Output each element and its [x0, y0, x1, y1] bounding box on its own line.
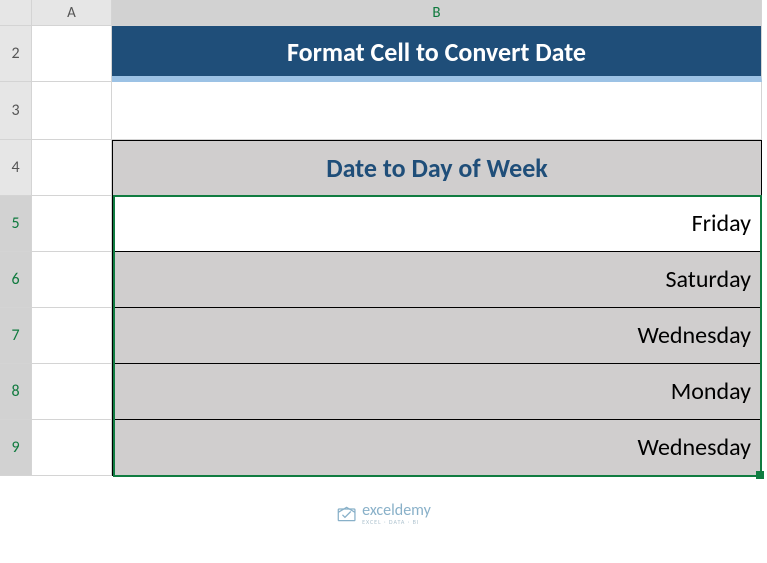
- watermark-sub: EXCEL · DATA · BI: [362, 519, 431, 525]
- spreadsheet-grid[interactable]: A B 2 Format Cell to Convert Date 3 4 Da…: [0, 0, 767, 476]
- row-header-5[interactable]: 5: [0, 196, 32, 252]
- row-header-4[interactable]: 4: [0, 140, 32, 196]
- cell-a4[interactable]: [32, 140, 112, 196]
- cell-a3[interactable]: [32, 82, 112, 140]
- cell-b6[interactable]: Saturday: [112, 252, 762, 308]
- row-header-2[interactable]: 2: [0, 26, 32, 82]
- cell-b3[interactable]: [112, 82, 762, 140]
- cell-a2[interactable]: [32, 26, 112, 82]
- row-header-7[interactable]: 7: [0, 308, 32, 364]
- cell-a8[interactable]: [32, 364, 112, 420]
- title-cell[interactable]: Format Cell to Convert Date: [112, 26, 762, 82]
- cell-a9[interactable]: [32, 420, 112, 476]
- cell-b7[interactable]: Wednesday: [112, 308, 762, 364]
- col-header-a[interactable]: A: [32, 0, 112, 26]
- watermark-main: exceldemy: [362, 503, 431, 519]
- cell-a7[interactable]: [32, 308, 112, 364]
- watermark-icon: [336, 504, 356, 524]
- cell-b5[interactable]: Friday: [112, 196, 762, 252]
- col-header-b[interactable]: B: [112, 0, 762, 26]
- cell-a5[interactable]: [32, 196, 112, 252]
- row-header-3[interactable]: 3: [0, 82, 32, 140]
- select-all-corner[interactable]: [0, 0, 32, 26]
- watermark: exceldemy EXCEL · DATA · BI: [336, 503, 431, 525]
- cell-b9[interactable]: Wednesday: [112, 420, 762, 476]
- cell-a6[interactable]: [32, 252, 112, 308]
- row-header-9[interactable]: 9: [0, 420, 32, 476]
- row-header-6[interactable]: 6: [0, 252, 32, 308]
- table-header-cell[interactable]: Date to Day of Week: [112, 140, 762, 196]
- cell-b8[interactable]: Monday: [112, 364, 762, 420]
- row-header-8[interactable]: 8: [0, 364, 32, 420]
